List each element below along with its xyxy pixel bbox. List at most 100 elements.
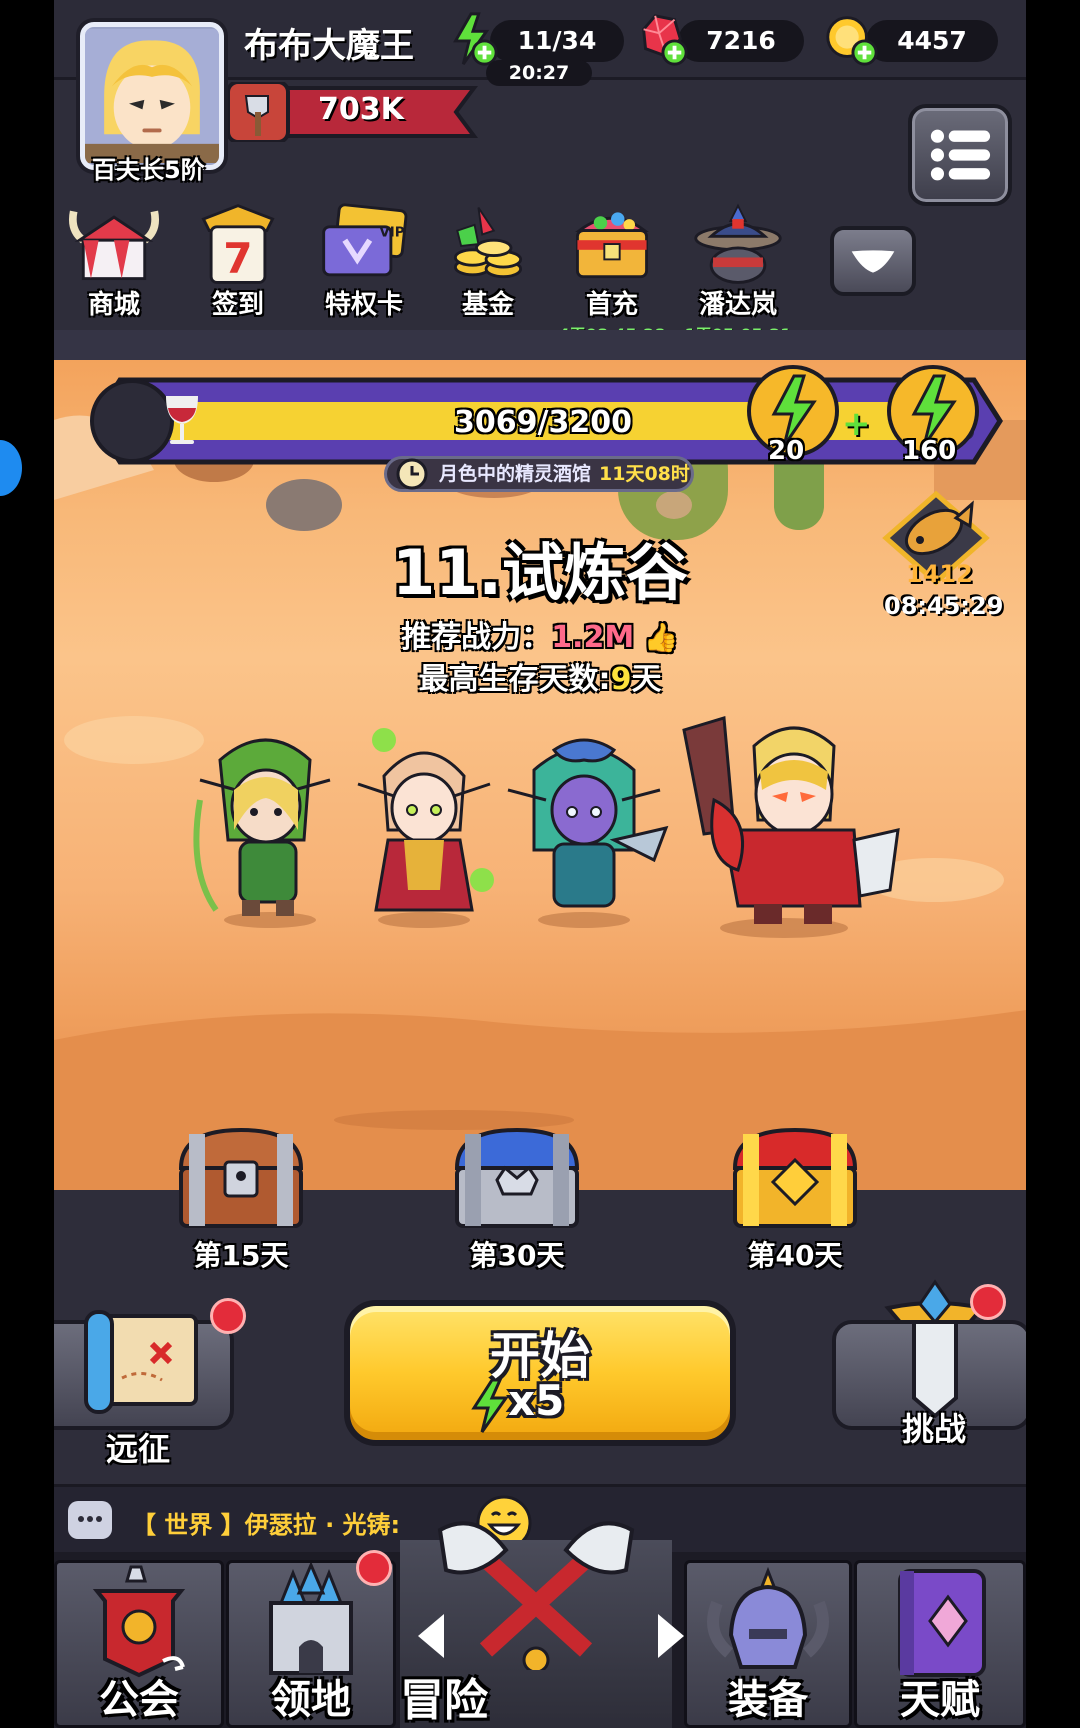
chest-day-label: 第40天	[747, 1239, 843, 1272]
energy-counter[interactable]: 11/34	[490, 20, 624, 62]
energy-value: 11/34	[517, 26, 597, 55]
hero-blood-elf-mage[interactable]	[344, 720, 514, 930]
main-menu-button[interactable]	[908, 104, 1012, 206]
fish-timer: 08:45:29	[884, 592, 1004, 620]
chest-day-label: 第30天	[469, 1239, 565, 1272]
spellbook-icon	[898, 1569, 986, 1677]
wooden-chest-icon	[178, 1127, 304, 1228]
chevron-down-icon	[851, 250, 895, 273]
castle-icon	[269, 1563, 353, 1675]
calendar-7-icon: 7	[201, 204, 275, 284]
gem-value: 7216	[706, 26, 776, 55]
clock-icon	[396, 458, 428, 490]
tavern-event-banner[interactable]: 月色中的精灵酒馆 11天08时	[384, 456, 694, 492]
silver-chest-icon	[454, 1127, 580, 1228]
svg-text:VIP: VIP	[379, 225, 404, 240]
chat-message: 【 世界 】伊瑟拉 · 光铸:	[132, 1511, 401, 1539]
guild-banner-icon	[92, 1565, 186, 1678]
feature-first-recharge[interactable]: 首充 4天08:45:28	[552, 200, 672, 344]
nav-guild[interactable]: 公会	[54, 1560, 224, 1728]
expedition-label: 远征	[106, 1430, 171, 1468]
nav-label: 公会	[99, 1677, 179, 1723]
feature-vip-card[interactable]: VIP 特权卡	[304, 200, 424, 330]
chat-bubble-icon	[68, 1501, 112, 1539]
nav-label: 装备	[728, 1677, 808, 1723]
player-rank: 百夫长5阶	[92, 156, 205, 184]
feature-label: 签到	[211, 290, 264, 320]
nav-next-arrow[interactable]	[658, 1614, 684, 1658]
feature-label: 潘达岚	[698, 290, 777, 320]
nav-equipment[interactable]: 装备	[684, 1560, 852, 1728]
feature-label: 特权卡	[324, 290, 403, 320]
treasure-chest-icon	[575, 212, 649, 279]
recommended-power: 推荐战力：1.2M 👍	[54, 612, 1026, 656]
golden-chest-icon	[732, 1127, 858, 1228]
list-menu-icon	[930, 129, 991, 181]
shop-tent-icon	[69, 210, 159, 281]
thumbs-up-icon: 👍	[634, 621, 679, 654]
reward-energy-large: 160	[902, 436, 957, 466]
left-letterbox	[0, 0, 54, 1728]
start-stage-button[interactable]: 开始 x5	[344, 1300, 736, 1446]
best-unit: 天	[631, 662, 662, 697]
chest-day-label: 第15天	[193, 1239, 289, 1272]
challenge-notification-dot	[970, 1284, 1006, 1320]
vip-card-icon: VIP	[322, 203, 408, 277]
feature-label: 商城	[87, 290, 140, 320]
wine-glass-icon	[166, 396, 198, 444]
event-name: 月色中的精灵酒馆	[439, 463, 592, 485]
chest-day-15[interactable]: 第15天	[166, 1124, 316, 1284]
avatar-portrait-icon	[85, 29, 219, 163]
expedition-notification-dot	[210, 1298, 246, 1334]
svg-text:7: 7	[223, 234, 252, 283]
territory-notification-dot	[356, 1550, 392, 1586]
game-screen: 百夫长5阶 布布大魔王 11/34 20:27 7216 4457 703K 商…	[54, 0, 1026, 1728]
chest-day-40[interactable]: 第40天	[720, 1124, 870, 1284]
nav-label: 领地	[271, 1677, 351, 1723]
gem-counter[interactable]: 7216	[678, 20, 804, 62]
player-avatar[interactable]	[80, 22, 224, 170]
combat-power-value: 703K	[318, 92, 404, 127]
gold-plus-icon[interactable]	[822, 10, 880, 68]
tavern-progress-text: 3069/3200	[454, 405, 632, 440]
energy-plus-icon[interactable]	[442, 10, 500, 68]
right-letterbox	[1026, 0, 1080, 1728]
energy-cost-icon	[471, 1378, 509, 1433]
energy-regen-timer: 20:27	[486, 60, 592, 86]
hero-paladin-warrior[interactable]	[654, 710, 904, 940]
hero-elf-ranger[interactable]	[180, 720, 350, 930]
treasure-map-icon	[84, 1310, 198, 1414]
start-energy-cost: x5	[508, 1376, 565, 1425]
fund-coins-icon	[453, 207, 523, 279]
fish-count: 1412	[906, 560, 973, 588]
helmet-icon	[707, 1566, 829, 1669]
nav-talent[interactable]: 天赋	[854, 1560, 1026, 1728]
player-name: 布布大魔王	[244, 26, 414, 66]
nav-label: 天赋	[900, 1677, 980, 1723]
nav-prev-arrow[interactable]	[418, 1614, 444, 1658]
event-remaining: 11天08时	[599, 463, 690, 485]
feature-label: 首充	[585, 290, 638, 320]
feature-fund[interactable]: 基金	[428, 200, 548, 330]
gold-counter[interactable]: 4457	[866, 20, 998, 62]
recommend-label: 推荐战力：	[401, 620, 552, 655]
feature-pandaria[interactable]: 潘达岚 1天05:05:21	[678, 200, 798, 344]
gem-plus-icon[interactable]	[632, 10, 690, 68]
recommend-value: 1.2M	[551, 620, 635, 655]
nav-label: 冒险	[400, 1675, 488, 1726]
reward-energy-small: 20	[768, 436, 805, 466]
best-survival-days: 最高生存天数:9天	[54, 654, 1026, 698]
best-value: 9	[610, 662, 632, 697]
pandaren-hat-icon	[694, 203, 782, 284]
chest-day-30[interactable]: 第30天	[442, 1124, 592, 1284]
gold-value: 4457	[897, 26, 967, 55]
crossed-axes-icon	[437, 1521, 635, 1670]
feature-shop[interactable]: 商城	[54, 200, 174, 330]
feature-checkin[interactable]: 7 签到	[178, 200, 298, 330]
plus-sign-icon: +	[842, 404, 871, 444]
challenge-label: 挑战	[902, 1410, 967, 1448]
hero-night-elf-warden[interactable]	[494, 720, 674, 930]
best-label: 最高生存天数:	[418, 662, 611, 697]
feature-label: 基金	[461, 290, 514, 320]
more-features-button[interactable]	[830, 226, 916, 296]
